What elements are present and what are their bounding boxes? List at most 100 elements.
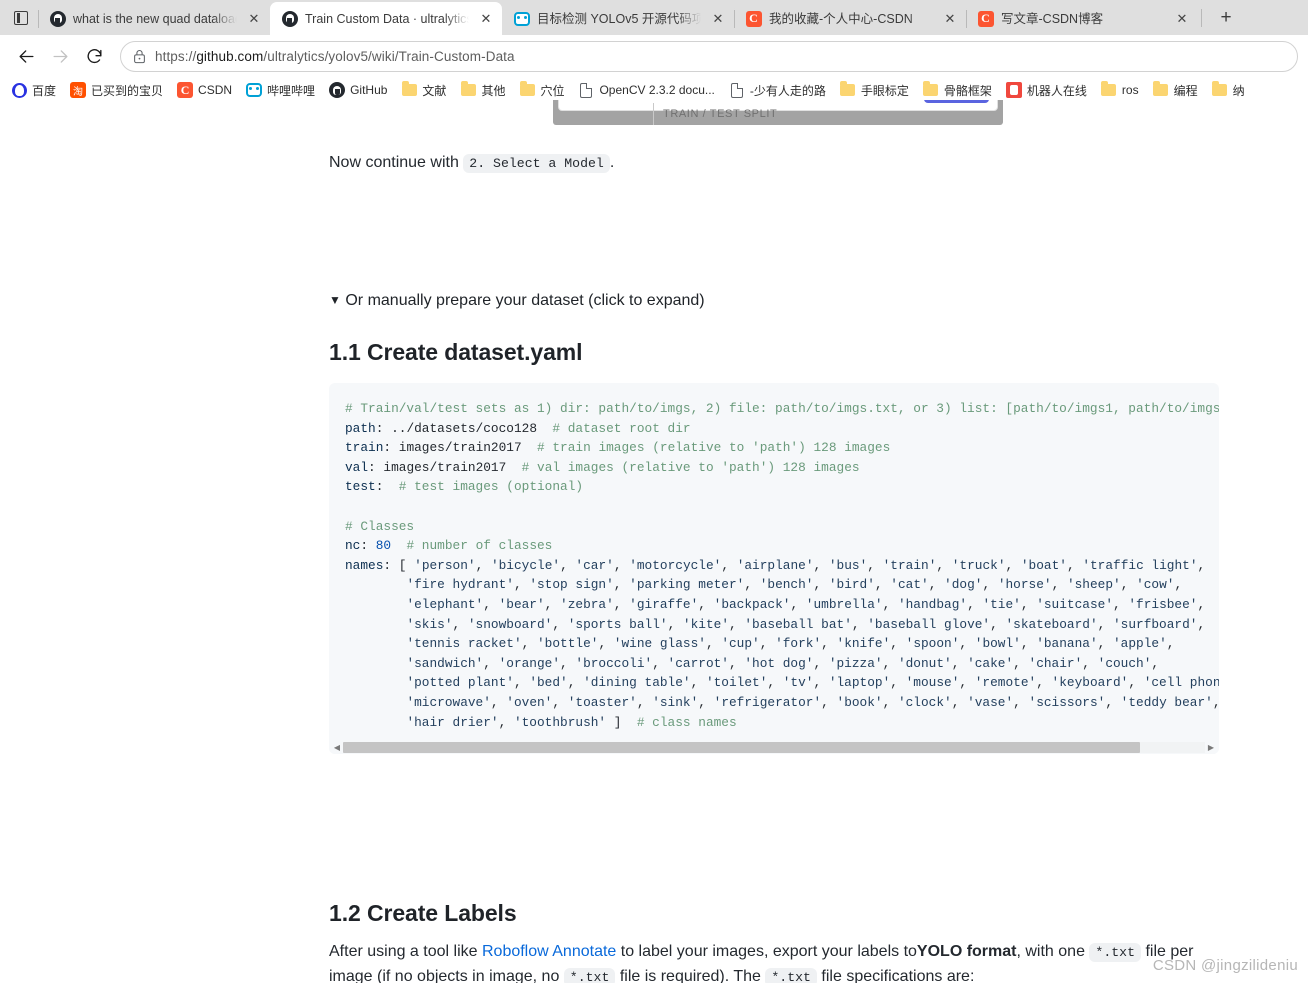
folder-icon (401, 81, 417, 98)
code-txt-1: *.txt (1089, 943, 1141, 962)
forward-arrow-icon (52, 50, 68, 63)
bookmark-folder-shouyanbiaoding[interactable]: 手眼标定 (833, 80, 916, 101)
lock-icon (134, 50, 145, 64)
bookmark-label: GitHub (350, 83, 388, 97)
bookmark-label: CSDN (198, 83, 233, 97)
new-tab-button[interactable]: + (1211, 3, 1241, 33)
github-icon (49, 10, 66, 27)
bookmark-github[interactable]: GitHub (322, 80, 394, 100)
address-bar[interactable]: https://github.com/ultralytics/yolov5/wi… (120, 41, 1298, 72)
bookmark-shaoyourenzoudelu[interactable]: -少有人走的路 (722, 80, 833, 101)
browser-tab-4[interactable]: C 写文章-CSDN博客 ✕ (966, 2, 1198, 35)
bilibili-icon (513, 10, 530, 27)
bookmark-folder-na[interactable]: 纳 (1205, 80, 1252, 101)
bookmark-label: 穴位 (540, 83, 565, 98)
para12-a: After using a tool like (329, 943, 478, 960)
bookmark-folder-wenxian[interactable]: 文献 (394, 80, 453, 101)
bookmark-folder-ros[interactable]: ros (1094, 80, 1146, 100)
csdn-icon: C (745, 10, 762, 27)
back-button[interactable] (10, 41, 42, 73)
folder-icon (923, 81, 939, 98)
tab-separator (38, 10, 39, 28)
section-heading-1-2: 1.2 Create Labels (329, 900, 517, 926)
browser-tab-2[interactable]: 目标检测 YOLOv5 开源代码项目 ✕ (502, 2, 734, 35)
folder-icon (460, 81, 476, 98)
tab-title: Train Custom Data · ultralytics/yolov5 W… (305, 11, 469, 26)
bookmark-csdn[interactable]: C CSDN (170, 80, 239, 100)
tab-separator (966, 10, 967, 28)
taobao-icon: 淘 (70, 82, 87, 98)
tab-separator (734, 10, 735, 28)
para12-e: file is required). The (619, 968, 761, 983)
screenshot-primary-button (924, 100, 989, 103)
scrollbar-thumb[interactable] (343, 741, 1141, 753)
bookmark-folder-xuewei[interactable]: 穴位 (512, 80, 571, 101)
document-icon (729, 82, 745, 98)
bookmark-folder-guge[interactable]: 骨骼框架 (916, 80, 999, 101)
continue-prefix: Now continue with (329, 154, 459, 171)
bookmark-label: 百度 (32, 83, 57, 98)
baidu-icon (11, 82, 27, 98)
yaml-code-text[interactable]: # Train/val/test sets as 1) dir: path/to… (329, 399, 1219, 740)
roboflow-annotate-link[interactable]: Roboflow Annotate (482, 943, 616, 960)
reload-button[interactable] (78, 41, 110, 73)
bookmark-taobao[interactable]: 淘 已买到的宝贝 (63, 80, 170, 101)
tab-close-button[interactable]: ✕ (940, 9, 960, 29)
tab-close-button[interactable]: ✕ (476, 9, 496, 29)
bookmark-label: 骨骼框架 (943, 83, 992, 98)
scroll-left-arrow-icon[interactable]: ◀ (331, 743, 343, 752)
code-txt-2: *.txt (563, 968, 616, 983)
page-viewport: TRAIN / TEST SPLIT Now continue with 2. … (0, 100, 1308, 983)
bookmark-folder-qita[interactable]: 其他 (453, 80, 512, 101)
details-summary-toggle[interactable]: ▼ Or manually prepare your dataset (clic… (329, 292, 705, 310)
document-icon (578, 82, 594, 98)
yaml-code-block: # Train/val/test sets as 1) dir: path/to… (329, 383, 1219, 755)
bookmark-label: ros (1121, 83, 1139, 97)
section-heading-1-1: 1.1 Create dataset.yaml (329, 339, 583, 365)
bookmark-folder-biancheng[interactable]: 编程 (1146, 80, 1205, 101)
bookmark-label: OpenCV 2.3.2 docu... (599, 83, 715, 97)
folder-icon (519, 81, 535, 98)
tab-search-button[interactable] (4, 0, 38, 35)
code-txt-3: *.txt (765, 968, 817, 983)
tab-close-button[interactable]: ✕ (1172, 9, 1192, 29)
browser-chrome: what is the new quad dataloader ✕ Train … (0, 0, 1308, 103)
robot-icon (1005, 82, 1022, 98)
scrollbar-track[interactable] (343, 741, 1205, 753)
scroll-right-arrow-icon[interactable]: ▶ (1205, 743, 1217, 752)
csdn-icon: C (977, 10, 994, 27)
folder-icon (1212, 81, 1228, 98)
train-test-split-caption: TRAIN / TEST SPLIT (663, 108, 778, 120)
bookmark-label: 文献 (422, 83, 447, 98)
github-icon (281, 10, 298, 27)
browser-tab-1[interactable]: Train Custom Data · ultralytics/yolov5 W… (270, 2, 502, 35)
bookmark-label: 已买到的宝贝 (91, 83, 164, 98)
address-bar-url: https://github.com/ultralytics/yolov5/wi… (155, 49, 515, 64)
bookmark-bilibili[interactable]: 哔哩哔哩 (239, 80, 322, 101)
yolo-format-bold: YOLO format (916, 943, 1017, 960)
github-icon (329, 82, 346, 98)
tab-close-button[interactable]: ✕ (244, 9, 264, 29)
browser-tab-3[interactable]: C 我的收藏-个人中心-CSDN ✕ (734, 2, 966, 35)
csdn-watermark: CSDN @jingzilideniu (1152, 957, 1298, 974)
select-a-model-code: 2. Select a Model (463, 154, 610, 173)
code-horizontal-scrollbar[interactable]: ◀ ▶ (329, 740, 1219, 755)
tab-divider (1201, 9, 1202, 27)
bookmark-label: -少有人走的路 (749, 83, 826, 98)
bookmark-label: 纳 (1232, 83, 1245, 98)
bookmark-baidu[interactable]: 百度 (4, 80, 63, 101)
para12-f: file specifications are: (821, 968, 975, 983)
bookmark-label: 手眼标定 (860, 83, 909, 98)
roboflow-screenshot-fragment: TRAIN / TEST SPLIT (553, 100, 1003, 125)
bilibili-icon (246, 82, 263, 98)
forward-button[interactable] (44, 41, 76, 73)
browser-toolbar: https://github.com/ultralytics/yolov5/wi… (0, 35, 1308, 78)
folder-icon (1153, 81, 1169, 98)
para12-b: to label your images, export your labels… (620, 943, 917, 960)
bookmark-opencv-doc[interactable]: OpenCV 2.3.2 docu... (571, 80, 721, 100)
browser-tab-0[interactable]: what is the new quad dataloader ✕ (38, 2, 270, 35)
tab-close-button[interactable]: ✕ (708, 9, 728, 29)
bookmark-robot-online[interactable]: 机器人在线 (999, 80, 1094, 101)
folder-icon (1101, 81, 1117, 98)
continue-paragraph: Now continue with 2. Select a Model. (329, 151, 614, 176)
